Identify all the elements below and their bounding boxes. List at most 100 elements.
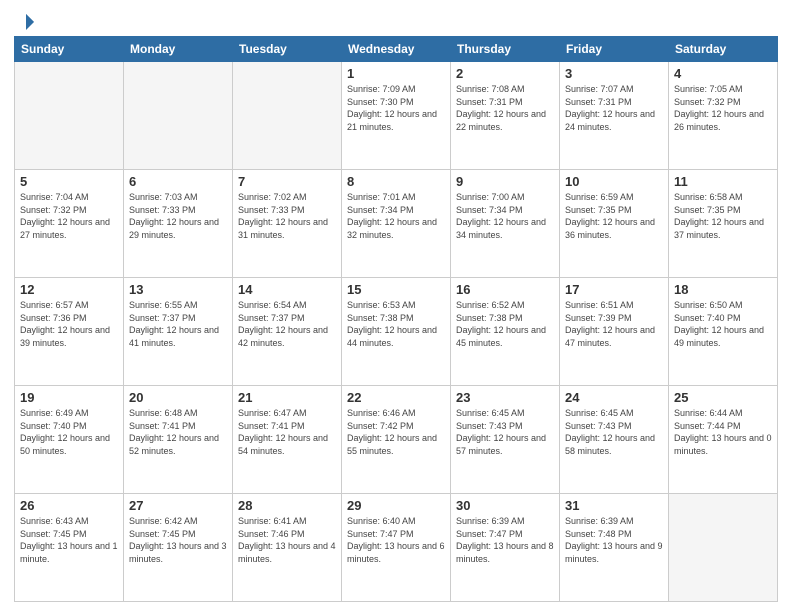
calendar-header-row: SundayMondayTuesdayWednesdayThursdayFrid…	[15, 37, 778, 62]
day-info: Sunrise: 6:51 AMSunset: 7:39 PMDaylight:…	[565, 299, 663, 349]
day-number: 8	[347, 174, 445, 189]
day-info: Sunrise: 6:58 AMSunset: 7:35 PMDaylight:…	[674, 191, 772, 241]
calendar-cell: 3 Sunrise: 7:07 AMSunset: 7:31 PMDaylight…	[560, 62, 669, 170]
day-number: 18	[674, 282, 772, 297]
calendar-cell: 14 Sunrise: 6:54 AMSunset: 7:37 PMDayligh…	[233, 278, 342, 386]
day-number: 12	[20, 282, 118, 297]
day-number: 28	[238, 498, 336, 513]
calendar-cell: 25 Sunrise: 6:44 AMSunset: 7:44 PMDayligh…	[669, 386, 778, 494]
day-number: 27	[129, 498, 227, 513]
calendar-week-row: 12 Sunrise: 6:57 AMSunset: 7:36 PMDayligh…	[15, 278, 778, 386]
day-info: Sunrise: 6:48 AMSunset: 7:41 PMDaylight:…	[129, 407, 227, 457]
calendar-cell	[233, 62, 342, 170]
day-number: 25	[674, 390, 772, 405]
day-number: 14	[238, 282, 336, 297]
calendar-cell: 2 Sunrise: 7:08 AMSunset: 7:31 PMDaylight…	[451, 62, 560, 170]
day-info: Sunrise: 7:09 AMSunset: 7:30 PMDaylight:…	[347, 83, 445, 133]
calendar-day-header: Saturday	[669, 37, 778, 62]
calendar-day-header: Sunday	[15, 37, 124, 62]
calendar-cell: 22 Sunrise: 6:46 AMSunset: 7:42 PMDayligh…	[342, 386, 451, 494]
day-info: Sunrise: 6:42 AMSunset: 7:45 PMDaylight:…	[129, 515, 227, 565]
day-info: Sunrise: 6:46 AMSunset: 7:42 PMDaylight:…	[347, 407, 445, 457]
calendar-cell: 29Sunrise: 6:40 AMSunset: 7:47 PMDayligh…	[342, 494, 451, 602]
calendar-cell: 19 Sunrise: 6:49 AMSunset: 7:40 PMDayligh…	[15, 386, 124, 494]
day-number: 3	[565, 66, 663, 81]
day-info: Sunrise: 6:39 AMSunset: 7:47 PMDaylight:…	[456, 515, 554, 565]
calendar-cell: 28 Sunrise: 6:41 AMSunset: 7:46 PMDayligh…	[233, 494, 342, 602]
day-info: Sunrise: 7:00 AMSunset: 7:34 PMDaylight:…	[456, 191, 554, 241]
day-number: 31	[565, 498, 663, 513]
calendar-week-row: 19 Sunrise: 6:49 AMSunset: 7:40 PMDayligh…	[15, 386, 778, 494]
calendar-cell: 24Sunrise: 6:45 AMSunset: 7:43 PMDayligh…	[560, 386, 669, 494]
day-number: 1	[347, 66, 445, 81]
calendar-cell: 1 Sunrise: 7:09 AMSunset: 7:30 PMDaylight…	[342, 62, 451, 170]
calendar-cell	[669, 494, 778, 602]
calendar-cell: 10 Sunrise: 6:59 AMSunset: 7:35 PMDayligh…	[560, 170, 669, 278]
calendar-cell: 9 Sunrise: 7:00 AMSunset: 7:34 PMDaylight…	[451, 170, 560, 278]
day-info: Sunrise: 6:45 AMSunset: 7:43 PMDaylight:…	[565, 407, 663, 457]
calendar-table: SundayMondayTuesdayWednesdayThursdayFrid…	[14, 36, 778, 602]
day-info: Sunrise: 6:53 AMSunset: 7:38 PMDaylight:…	[347, 299, 445, 349]
day-number: 19	[20, 390, 118, 405]
day-info: Sunrise: 7:02 AMSunset: 7:33 PMDaylight:…	[238, 191, 336, 241]
day-info: Sunrise: 6:50 AMSunset: 7:40 PMDaylight:…	[674, 299, 772, 349]
calendar-week-row: 1 Sunrise: 7:09 AMSunset: 7:30 PMDaylight…	[15, 62, 778, 170]
calendar-day-header: Friday	[560, 37, 669, 62]
day-number: 30	[456, 498, 554, 513]
day-info: Sunrise: 6:45 AMSunset: 7:43 PMDaylight:…	[456, 407, 554, 457]
calendar-cell: 12 Sunrise: 6:57 AMSunset: 7:36 PMDayligh…	[15, 278, 124, 386]
day-number: 4	[674, 66, 772, 81]
day-number: 22	[347, 390, 445, 405]
calendar-cell: 16Sunrise: 6:52 AMSunset: 7:38 PMDayligh…	[451, 278, 560, 386]
day-info: Sunrise: 6:41 AMSunset: 7:46 PMDaylight:…	[238, 515, 336, 565]
logo-icon	[16, 12, 36, 32]
calendar-cell: 15Sunrise: 6:53 AMSunset: 7:38 PMDayligh…	[342, 278, 451, 386]
day-info: Sunrise: 6:47 AMSunset: 7:41 PMDaylight:…	[238, 407, 336, 457]
day-info: Sunrise: 6:55 AMSunset: 7:37 PMDaylight:…	[129, 299, 227, 349]
calendar-cell	[15, 62, 124, 170]
day-number: 5	[20, 174, 118, 189]
day-number: 20	[129, 390, 227, 405]
calendar-day-header: Tuesday	[233, 37, 342, 62]
day-number: 9	[456, 174, 554, 189]
calendar-cell: 11 Sunrise: 6:58 AMSunset: 7:35 PMDayligh…	[669, 170, 778, 278]
calendar-week-row: 5 Sunrise: 7:04 AMSunset: 7:32 PMDaylight…	[15, 170, 778, 278]
calendar-cell	[124, 62, 233, 170]
day-info: Sunrise: 6:59 AMSunset: 7:35 PMDaylight:…	[565, 191, 663, 241]
day-number: 17	[565, 282, 663, 297]
day-info: Sunrise: 6:49 AMSunset: 7:40 PMDaylight:…	[20, 407, 118, 457]
header	[14, 12, 778, 28]
day-number: 7	[238, 174, 336, 189]
day-info: Sunrise: 6:52 AMSunset: 7:38 PMDaylight:…	[456, 299, 554, 349]
calendar-cell: 30 Sunrise: 6:39 AMSunset: 7:47 PMDayligh…	[451, 494, 560, 602]
calendar-cell: 21 Sunrise: 6:47 AMSunset: 7:41 PMDayligh…	[233, 386, 342, 494]
day-number: 13	[129, 282, 227, 297]
calendar-day-header: Monday	[124, 37, 233, 62]
day-info: Sunrise: 6:57 AMSunset: 7:36 PMDaylight:…	[20, 299, 118, 349]
day-info: Sunrise: 7:04 AMSunset: 7:32 PMDaylight:…	[20, 191, 118, 241]
day-number: 2	[456, 66, 554, 81]
calendar-cell: 17 Sunrise: 6:51 AMSunset: 7:39 PMDayligh…	[560, 278, 669, 386]
calendar-cell: 5 Sunrise: 7:04 AMSunset: 7:32 PMDaylight…	[15, 170, 124, 278]
day-number: 11	[674, 174, 772, 189]
calendar-cell: 18 Sunrise: 6:50 AMSunset: 7:40 PMDayligh…	[669, 278, 778, 386]
day-info: Sunrise: 7:08 AMSunset: 7:31 PMDaylight:…	[456, 83, 554, 133]
day-number: 10	[565, 174, 663, 189]
calendar-cell: 31 Sunrise: 6:39 AMSunset: 7:48 PMDayligh…	[560, 494, 669, 602]
day-number: 23	[456, 390, 554, 405]
calendar-cell: 23 Sunrise: 6:45 AMSunset: 7:43 PMDayligh…	[451, 386, 560, 494]
day-info: Sunrise: 6:44 AMSunset: 7:44 PMDaylight:…	[674, 407, 772, 457]
calendar-cell: 4Sunrise: 7:05 AMSunset: 7:32 PMDaylight…	[669, 62, 778, 170]
day-info: Sunrise: 6:54 AMSunset: 7:37 PMDaylight:…	[238, 299, 336, 349]
calendar-day-header: Thursday	[451, 37, 560, 62]
day-info: Sunrise: 7:01 AMSunset: 7:34 PMDaylight:…	[347, 191, 445, 241]
page: SundayMondayTuesdayWednesdayThursdayFrid…	[0, 0, 792, 612]
calendar-cell: 27 Sunrise: 6:42 AMSunset: 7:45 PMDayligh…	[124, 494, 233, 602]
day-info: Sunrise: 7:07 AMSunset: 7:31 PMDaylight:…	[565, 83, 663, 133]
day-number: 21	[238, 390, 336, 405]
day-info: Sunrise: 6:39 AMSunset: 7:48 PMDaylight:…	[565, 515, 663, 565]
calendar-week-row: 26Sunrise: 6:43 AMSunset: 7:45 PMDayligh…	[15, 494, 778, 602]
calendar-cell: 6Sunrise: 7:03 AMSunset: 7:33 PMDaylight…	[124, 170, 233, 278]
day-info: Sunrise: 6:40 AMSunset: 7:47 PMDaylight:…	[347, 515, 445, 565]
calendar-cell: 8 Sunrise: 7:01 AMSunset: 7:34 PMDaylight…	[342, 170, 451, 278]
